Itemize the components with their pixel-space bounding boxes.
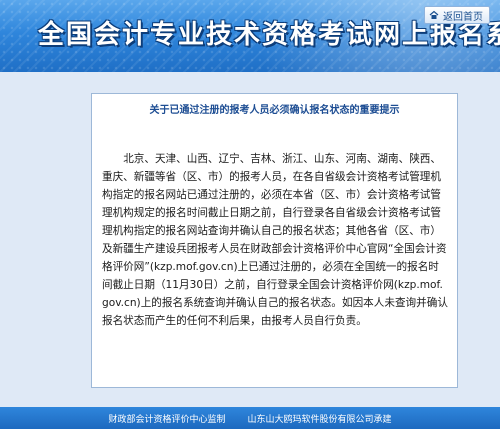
home-icon <box>429 10 439 19</box>
home-link-button[interactable]: 返回首页 <box>424 6 490 24</box>
footer: 财政部会计资格评价中心监制 山东山大鸥玛软件股份有限公司承建 <box>0 407 500 429</box>
header-banner: 全国会计专业技术资格考试网上报名系统 返回首页 <box>0 0 500 72</box>
notice-panel: 关于已通过注册的报考人员必须确认报名状态的重要提示 北京、天津、山西、辽宁、吉林… <box>91 93 458 388</box>
footer-undertaker: 山东山大鸥玛软件股份有限公司承建 <box>247 414 392 425</box>
footer-supervisor: 财政部会计资格评价中心监制 <box>108 414 226 425</box>
notice-title: 关于已通过注册的报考人员必须确认报名状态的重要提示 <box>149 105 400 116</box>
notice-body: 北京、天津、山西、辽宁、吉林、浙江、山东、河南、湖南、陕西、重庆、新疆等省（区、… <box>102 153 448 327</box>
home-link-label: 返回首页 <box>443 11 483 23</box>
